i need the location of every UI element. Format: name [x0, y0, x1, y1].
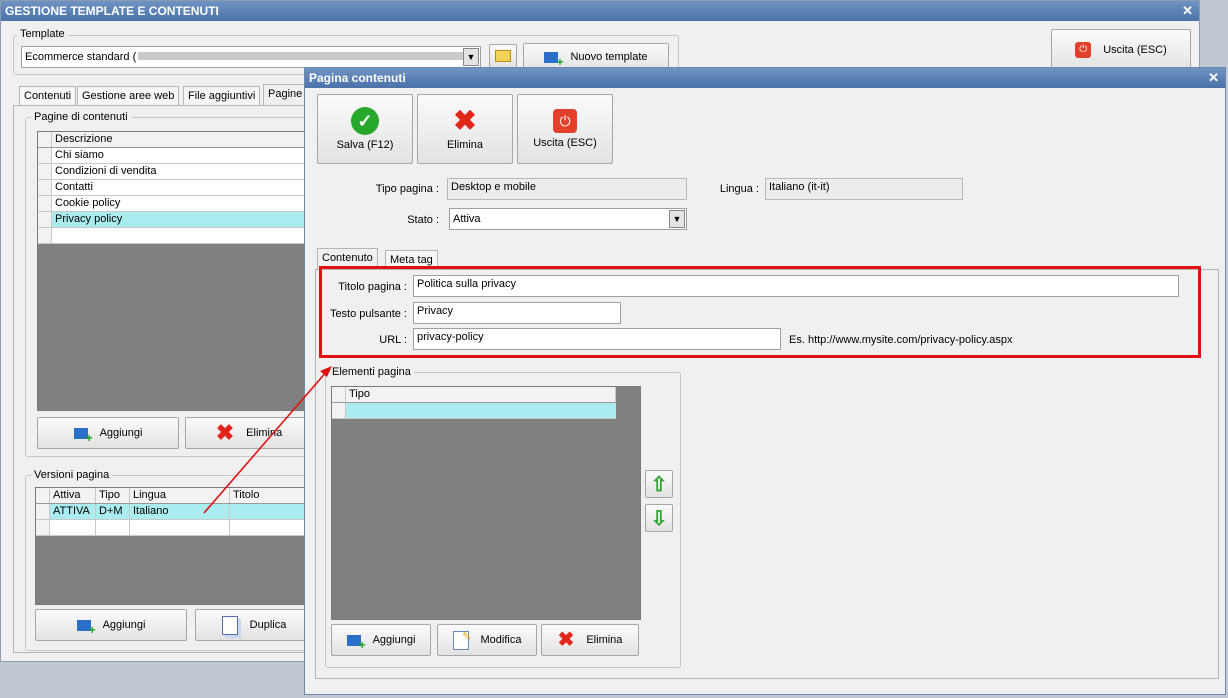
annotation-arrow — [203, 366, 332, 514]
